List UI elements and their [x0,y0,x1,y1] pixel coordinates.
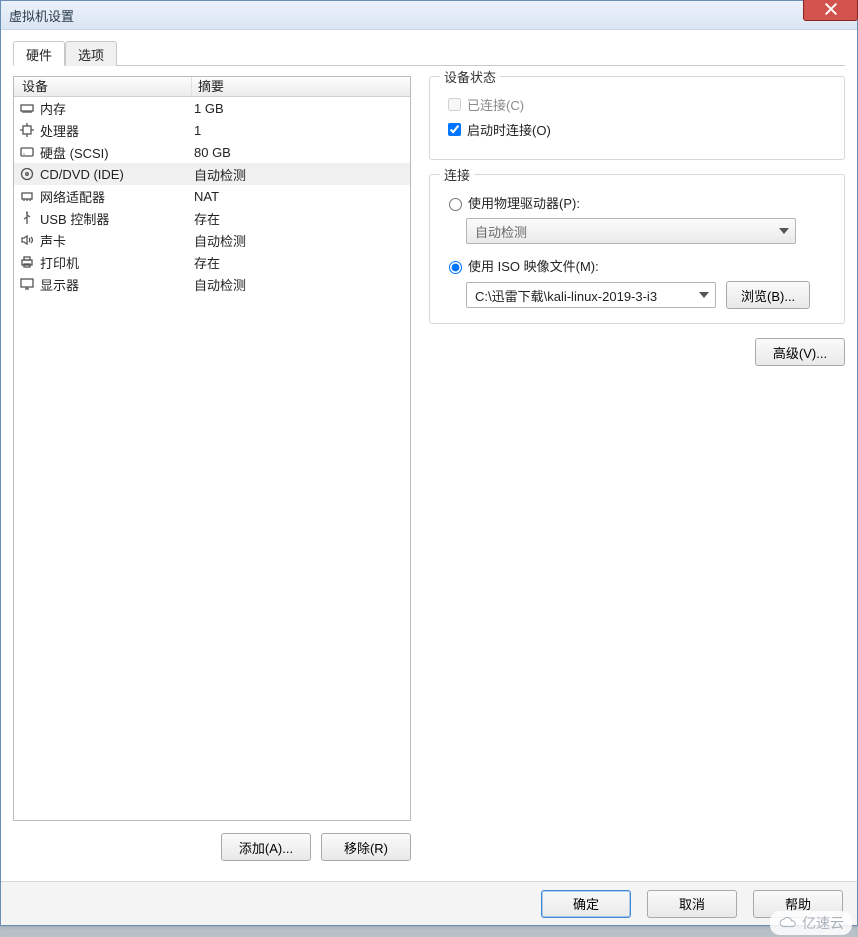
connected-checkbox [448,98,461,111]
device-name: 打印机 [40,253,79,272]
hardware-row[interactable]: USB 控制器 存在 [14,207,410,229]
device-summary: 存在 [192,253,410,272]
cancel-button[interactable]: 取消 [647,890,737,918]
hardware-row[interactable]: 显示器 自动检测 [14,273,410,295]
disc-icon [18,165,36,183]
use-physical-label: 使用物理驱动器(P): [468,193,580,212]
use-iso-radio[interactable] [449,261,462,274]
vm-settings-window: 虚拟机设置 硬件 选项 设备 摘要 内存 1 GB 处理器 1 硬盘 (SCSI) 80 … [0,0,858,926]
hdd-icon [18,143,36,161]
hardware-row[interactable]: 网络适配器 NAT [14,185,410,207]
dialog-footer: 确定 取消 帮助 [1,881,857,925]
use-iso-label: 使用 ISO 映像文件(M): [468,256,599,275]
device-summary: 1 [192,123,410,138]
tab-options[interactable]: 选项 [65,41,117,66]
help-button[interactable]: 帮助 [753,890,843,918]
display-icon [18,275,36,293]
device-summary: 自动检测 [192,275,410,294]
close-icon [825,3,837,15]
device-name: 网络适配器 [40,187,105,206]
hardware-row[interactable]: 内存 1 GB [14,97,410,119]
printer-icon [18,253,36,271]
hardware-row[interactable]: CD/DVD (IDE) 自动检测 [14,163,410,185]
col-device[interactable]: 设备 [14,77,192,96]
device-status-group: 设备状态 已连接(C) 启动时连接(O) [429,76,845,160]
device-name: USB 控制器 [40,209,109,228]
hardware-table[interactable]: 设备 摘要 内存 1 GB 处理器 1 硬盘 (SCSI) 80 GB CD/DVD (ID… [13,76,411,821]
iso-path-value: C:\迅雷下载\kali-linux-2019-3-i3 [475,286,657,305]
hardware-row[interactable]: 打印机 存在 [14,251,410,273]
device-summary: 自动检测 [192,231,410,250]
chevron-down-icon[interactable] [699,292,709,298]
device-name: 声卡 [40,231,66,250]
hardware-row[interactable]: 硬盘 (SCSI) 80 GB [14,141,410,163]
connect-on-start-checkbox[interactable] [448,123,461,136]
hardware-table-header: 设备 摘要 [14,77,410,97]
hardware-panel: 设备 摘要 内存 1 GB 处理器 1 硬盘 (SCSI) 80 GB CD/DVD (ID… [13,76,411,861]
sound-icon [18,231,36,249]
ok-button[interactable]: 确定 [541,890,631,918]
col-summary[interactable]: 摘要 [192,77,410,96]
memory-icon [18,99,36,117]
content-area: 硬件 选项 设备 摘要 内存 1 GB 处理器 1 硬盘 (SCSI) 80 GB CD/D… [1,30,857,925]
device-summary: 80 GB [192,145,410,160]
close-button[interactable] [803,0,858,21]
remove-button[interactable]: 移除(R) [321,833,411,861]
device-name: 硬盘 (SCSI) [40,143,109,162]
add-button[interactable]: 添加(A)... [221,833,311,861]
device-name: 显示器 [40,275,79,294]
use-physical-radio[interactable] [449,198,462,211]
window-title: 虚拟机设置 [9,6,74,25]
tabs: 硬件 选项 [13,40,845,66]
connect-on-start-row[interactable]: 启动时连接(O) [444,120,830,139]
device-name: 内存 [40,99,66,118]
titlebar[interactable]: 虚拟机设置 [1,1,857,30]
chevron-down-icon [779,228,789,234]
physical-drive-combo: 自动检测 [466,218,796,244]
device-summary: NAT [192,189,410,204]
cpu-icon [18,121,36,139]
device-name: CD/DVD (IDE) [40,167,124,182]
connected-checkbox-row: 已连接(C) [444,95,830,114]
browse-button[interactable]: 浏览(B)... [726,281,810,309]
tab-hardware[interactable]: 硬件 [13,41,65,66]
connection-legend: 连接 [440,165,474,184]
connect-on-start-label: 启动时连接(O) [467,120,551,139]
connected-label: 已连接(C) [467,95,524,114]
advanced-button[interactable]: 高级(V)... [755,338,845,366]
device-status-legend: 设备状态 [440,67,500,86]
use-physical-row[interactable]: 使用物理驱动器(P): [444,193,830,212]
device-name: 处理器 [40,121,79,140]
usb-icon [18,209,36,227]
nic-icon [18,187,36,205]
detail-panel: 设备状态 已连接(C) 启动时连接(O) 连接 使用物理驱动器(P): [429,76,845,861]
physical-drive-value: 自动检测 [475,222,527,241]
connection-group: 连接 使用物理驱动器(P): 自动检测 使用 ISO 映像文件(M): [429,174,845,324]
hardware-row[interactable]: 处理器 1 [14,119,410,141]
device-summary: 1 GB [192,101,410,116]
hardware-row[interactable]: 声卡 自动检测 [14,229,410,251]
device-summary: 自动检测 [192,165,410,184]
iso-path-combo[interactable]: C:\迅雷下载\kali-linux-2019-3-i3 [466,282,716,308]
use-iso-row[interactable]: 使用 ISO 映像文件(M): [444,256,830,275]
device-summary: 存在 [192,209,410,228]
